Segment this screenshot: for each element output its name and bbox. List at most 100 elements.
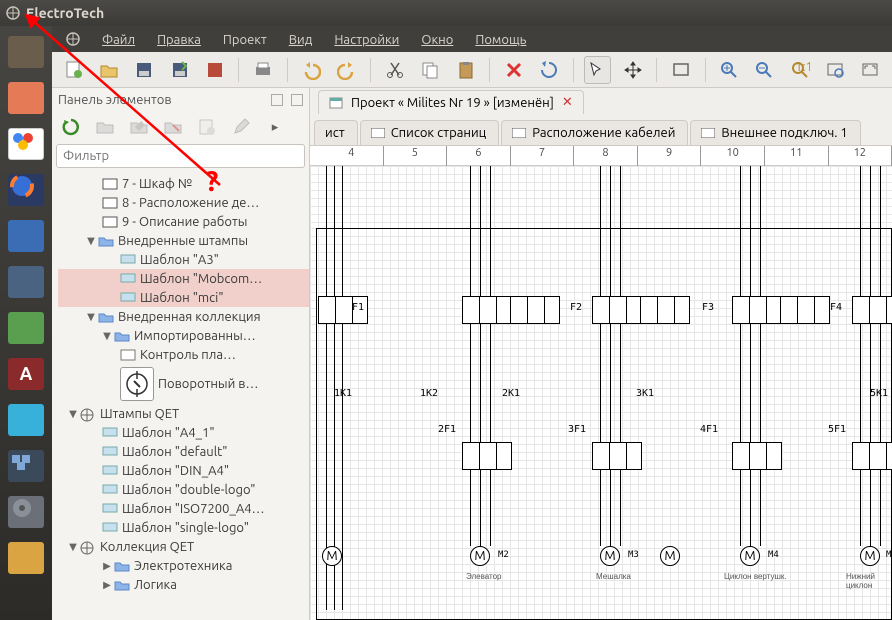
fullscreen-button[interactable]	[857, 56, 884, 84]
paste-button[interactable]	[452, 56, 479, 84]
launcher-item[interactable]	[4, 216, 48, 256]
view-mode-button[interactable]	[667, 56, 694, 84]
print-button[interactable]	[249, 56, 276, 84]
tree-item[interactable]: ▼Импортированны…	[58, 326, 309, 345]
edit-folder-button[interactable]	[128, 116, 150, 138]
panel-undock-button[interactable]	[271, 94, 283, 106]
menu-bar: Файл Правка Проект Вид Настройки Окно По…	[52, 26, 892, 52]
save-button[interactable]	[131, 56, 158, 84]
tree-item[interactable]: ▼Коллекция QET	[58, 537, 309, 556]
document-tab[interactable]: Проект « Milites Nr 19 » [изменён] ✕	[318, 90, 584, 114]
view-tab[interactable]: Внешнее подключ. 1	[690, 120, 860, 145]
menu-file[interactable]: Файл	[102, 31, 135, 47]
menu-edit[interactable]: Правка	[157, 31, 201, 47]
panel-title: Панель элементов	[58, 93, 172, 107]
close-tab-button[interactable]: ✕	[562, 95, 573, 110]
view-tab-bar: ист Список страниц Расположение кабелей …	[310, 116, 892, 146]
cut-button[interactable]	[381, 56, 408, 84]
open-button[interactable]	[95, 56, 122, 84]
elements-panel: Панель элементов ▸ 7 - Шкаф № 8	[52, 88, 310, 620]
panel-close-button[interactable]	[291, 94, 303, 106]
zoom-out-button[interactable]	[751, 56, 778, 84]
tree-item[interactable]: Шаблон "A4_1"	[58, 423, 309, 442]
project-icon	[329, 96, 343, 110]
app-menu-icon	[66, 32, 80, 46]
editor-area: Проект « Milites Nr 19 » [изменён] ✕ ист…	[310, 88, 892, 620]
panel-header: Панель элементов	[52, 88, 309, 112]
undo-button[interactable]	[298, 56, 325, 84]
menu-window[interactable]: Окно	[421, 31, 453, 47]
save-as-button[interactable]	[166, 56, 193, 84]
window-title: ElectroTech	[26, 5, 104, 21]
new-folder-button[interactable]	[94, 116, 116, 138]
document-tab-label: Проект « Milites Nr 19 » [изменён]	[351, 96, 554, 110]
menu-help[interactable]: Помощь	[475, 31, 526, 47]
tree-item[interactable]: ▶Электротехника	[58, 556, 309, 575]
filter-box	[56, 144, 305, 168]
tree-item[interactable]: Шаблон "default"	[58, 442, 309, 461]
horizontal-ruler: 4 5 6 7 8 9 10 11 12	[310, 146, 892, 166]
copy-button[interactable]	[417, 56, 444, 84]
diagram-canvas[interactable]: F1 F2 F3 F4 1K1 1K2 2K1 3K1 5K1 2F1	[310, 166, 892, 620]
tree-item[interactable]: ▼Штампы QET	[58, 404, 309, 423]
launcher-item[interactable]	[4, 446, 48, 486]
tree-item[interactable]: Шаблон "Mobcom…	[58, 269, 309, 288]
panel-toolbar: ▸	[52, 112, 309, 142]
tree-item[interactable]: Шаблон "DIN_A4"	[58, 461, 309, 480]
move-tool[interactable]	[619, 56, 646, 84]
tree-item[interactable]: ▼Внедренная коллекция	[58, 307, 309, 326]
zoom-fit-button[interactable]: 1:1	[786, 56, 813, 84]
launcher-item[interactable]	[4, 308, 48, 348]
tree-item[interactable]: 9 - Описание работы	[58, 212, 309, 231]
launcher-item[interactable]	[4, 170, 48, 210]
launcher-item[interactable]	[4, 262, 48, 302]
annotation-question-mark: ?	[206, 166, 218, 197]
filter-input[interactable]	[56, 144, 305, 168]
launcher-item[interactable]	[4, 400, 48, 440]
launcher-item[interactable]	[4, 538, 48, 578]
new-button[interactable]	[60, 56, 87, 84]
view-tab[interactable]: ист	[314, 120, 358, 145]
close-file-button[interactable]	[201, 56, 228, 84]
view-tab[interactable]: Список страниц	[360, 120, 500, 145]
view-tab[interactable]: Расположение кабелей	[501, 120, 688, 145]
zoom-in-button[interactable]	[716, 56, 743, 84]
tree-item[interactable]: ▶Логика	[58, 575, 309, 594]
rotate-button[interactable]	[535, 56, 562, 84]
select-tool[interactable]	[584, 56, 611, 84]
tree-item[interactable]: 8 - Расположение де…	[58, 193, 309, 212]
tree-item[interactable]: Шаблон "ISO7200_A4…	[58, 499, 309, 518]
edit-element-button[interactable]	[230, 116, 252, 138]
app-icon	[6, 6, 20, 20]
menu-settings[interactable]: Настройки	[334, 31, 399, 47]
main-toolbar: 1:1	[52, 52, 892, 88]
tree-item[interactable]: 7 - Шкаф №	[58, 174, 309, 193]
new-element-button[interactable]	[196, 116, 218, 138]
menu-view[interactable]: Вид	[289, 31, 313, 47]
tree-item[interactable]: Шаблон "double-logo"	[58, 480, 309, 499]
tree-item[interactable]: Шаблон "single-logo"	[58, 518, 309, 537]
delete-button[interactable]	[500, 56, 527, 84]
launcher-item[interactable]	[4, 32, 48, 72]
panel-more-button[interactable]: ▸	[264, 116, 286, 138]
title-bar: ElectroTech	[0, 0, 892, 26]
launcher-item[interactable]	[4, 124, 48, 164]
tree-item[interactable]: Шаблон "A3"	[58, 250, 309, 269]
delete-folder-button[interactable]	[162, 116, 184, 138]
unity-launcher: A	[0, 26, 52, 620]
elements-tree[interactable]: 7 - Шкаф № 8 - Расположение де… 9 - Опис…	[52, 174, 309, 620]
application-frame: Файл Правка Проект Вид Настройки Окно По…	[52, 26, 892, 620]
tree-item[interactable]: Контроль пла…	[58, 345, 309, 364]
launcher-item[interactable]	[4, 78, 48, 118]
tree-item[interactable]: Шаблон "mci"	[58, 288, 309, 307]
menu-project[interactable]: Проект	[223, 31, 267, 47]
redo-button[interactable]	[333, 56, 360, 84]
document-tab-bar: Проект « Milites Nr 19 » [изменён] ✕	[310, 88, 892, 116]
launcher-item[interactable]	[4, 492, 48, 532]
tree-item[interactable]: Поворотный в…	[58, 364, 309, 404]
launcher-item[interactable]: A	[4, 354, 48, 394]
zoom-window-button[interactable]	[821, 56, 848, 84]
svg-text:1:1: 1:1	[795, 60, 810, 74]
refresh-button[interactable]	[60, 116, 82, 138]
tree-item[interactable]: ▼Внедренные штампы	[58, 231, 309, 250]
